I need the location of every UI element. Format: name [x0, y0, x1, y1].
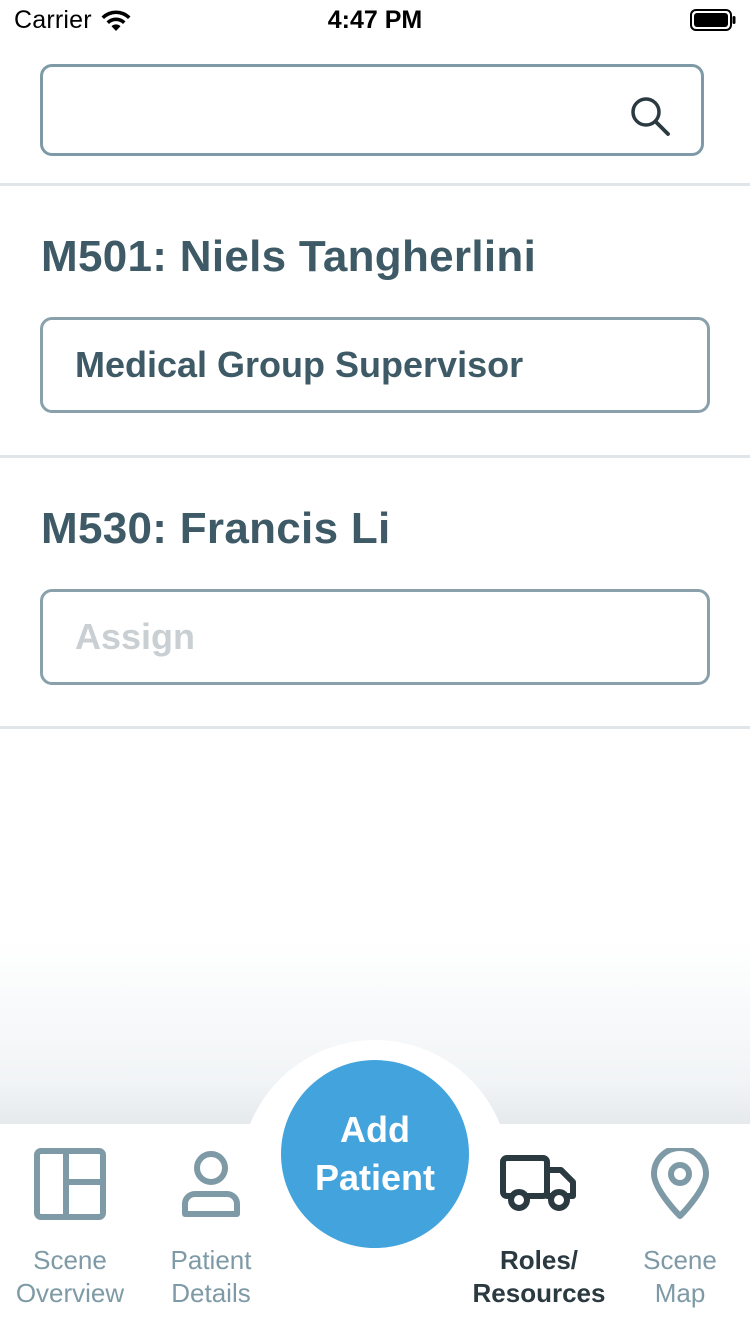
tab-label-line2: Details [171, 1278, 251, 1308]
search-input[interactable] [40, 64, 704, 156]
tab-label-line1: Patient [170, 1245, 252, 1275]
add-patient-line1: Add [340, 1109, 410, 1150]
role-assignment-field[interactable]: Medical Group Supervisor [40, 317, 710, 413]
divider [0, 183, 750, 186]
search-icon[interactable] [629, 95, 671, 137]
roles-resources-screen: Carrier 4:47 PM M501: Niels Tangherlini … [0, 0, 750, 1334]
tab-scene-map[interactable]: Scene Map [605, 1140, 750, 1310]
divider [0, 726, 750, 729]
status-bar: Carrier 4:47 PM [0, 0, 750, 40]
truck-icon [500, 1155, 576, 1211]
tab-label: Roles/ Resources [464, 1244, 614, 1310]
tab-label-line1: Scene [33, 1245, 107, 1275]
role-assignment-field[interactable]: Assign [40, 589, 710, 685]
tab-label: Patient Details [136, 1244, 286, 1310]
tab-roles-resources[interactable]: Roles/ Resources [464, 1140, 614, 1310]
divider [0, 455, 750, 458]
map-pin-icon [651, 1148, 709, 1219]
add-patient-button[interactable]: Add Patient [281, 1060, 469, 1248]
person-icon [182, 1151, 240, 1217]
role-title: M501: Niels Tangherlini [41, 232, 537, 281]
tab-label-line1: Scene [643, 1245, 717, 1275]
battery-icon [690, 9, 736, 31]
role-title: M530: Francis Li [41, 504, 391, 553]
tab-label-line2: Overview [15, 1278, 125, 1308]
tab-label-line1: Roles/ [499, 1245, 579, 1275]
add-patient-line2: Patient [314, 1157, 436, 1198]
tab-label: Scene Overview [0, 1244, 145, 1310]
status-time: 4:47 PM [327, 6, 423, 34]
tab-label: Scene Map [605, 1244, 750, 1310]
tab-label-line2: Map [654, 1278, 706, 1308]
tab-label-line2: Resources [472, 1278, 606, 1308]
tab-patient-details[interactable]: Patient Details [136, 1140, 286, 1310]
layout-grid-icon [34, 1148, 106, 1220]
tab-scene-overview[interactable]: Scene Overview [0, 1140, 145, 1310]
